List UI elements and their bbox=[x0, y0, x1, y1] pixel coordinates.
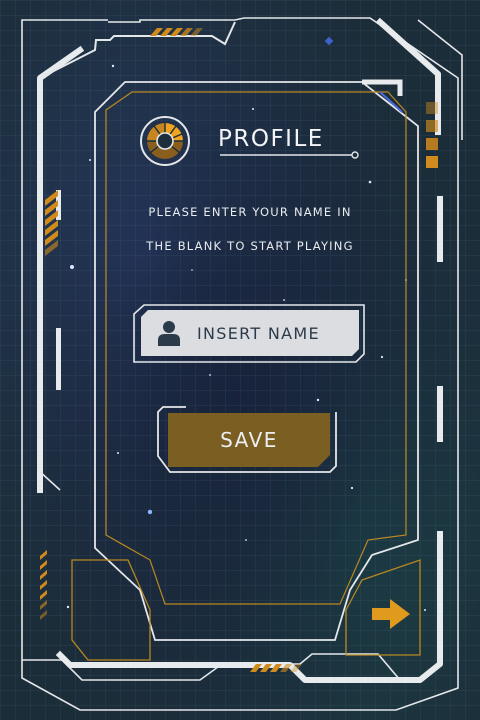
user-icon bbox=[158, 321, 180, 346]
arrow-right-icon[interactable] bbox=[370, 597, 412, 631]
instruction-line-2: THE BLANK TO START PLAYING bbox=[146, 239, 354, 253]
instruction-line-1: PLEASE ENTER YOUR NAME IN bbox=[148, 205, 352, 219]
profile-title: PROFILE bbox=[218, 126, 324, 152]
save-button[interactable]: SAVE bbox=[168, 413, 330, 467]
gauge-dial-icon bbox=[140, 116, 190, 166]
